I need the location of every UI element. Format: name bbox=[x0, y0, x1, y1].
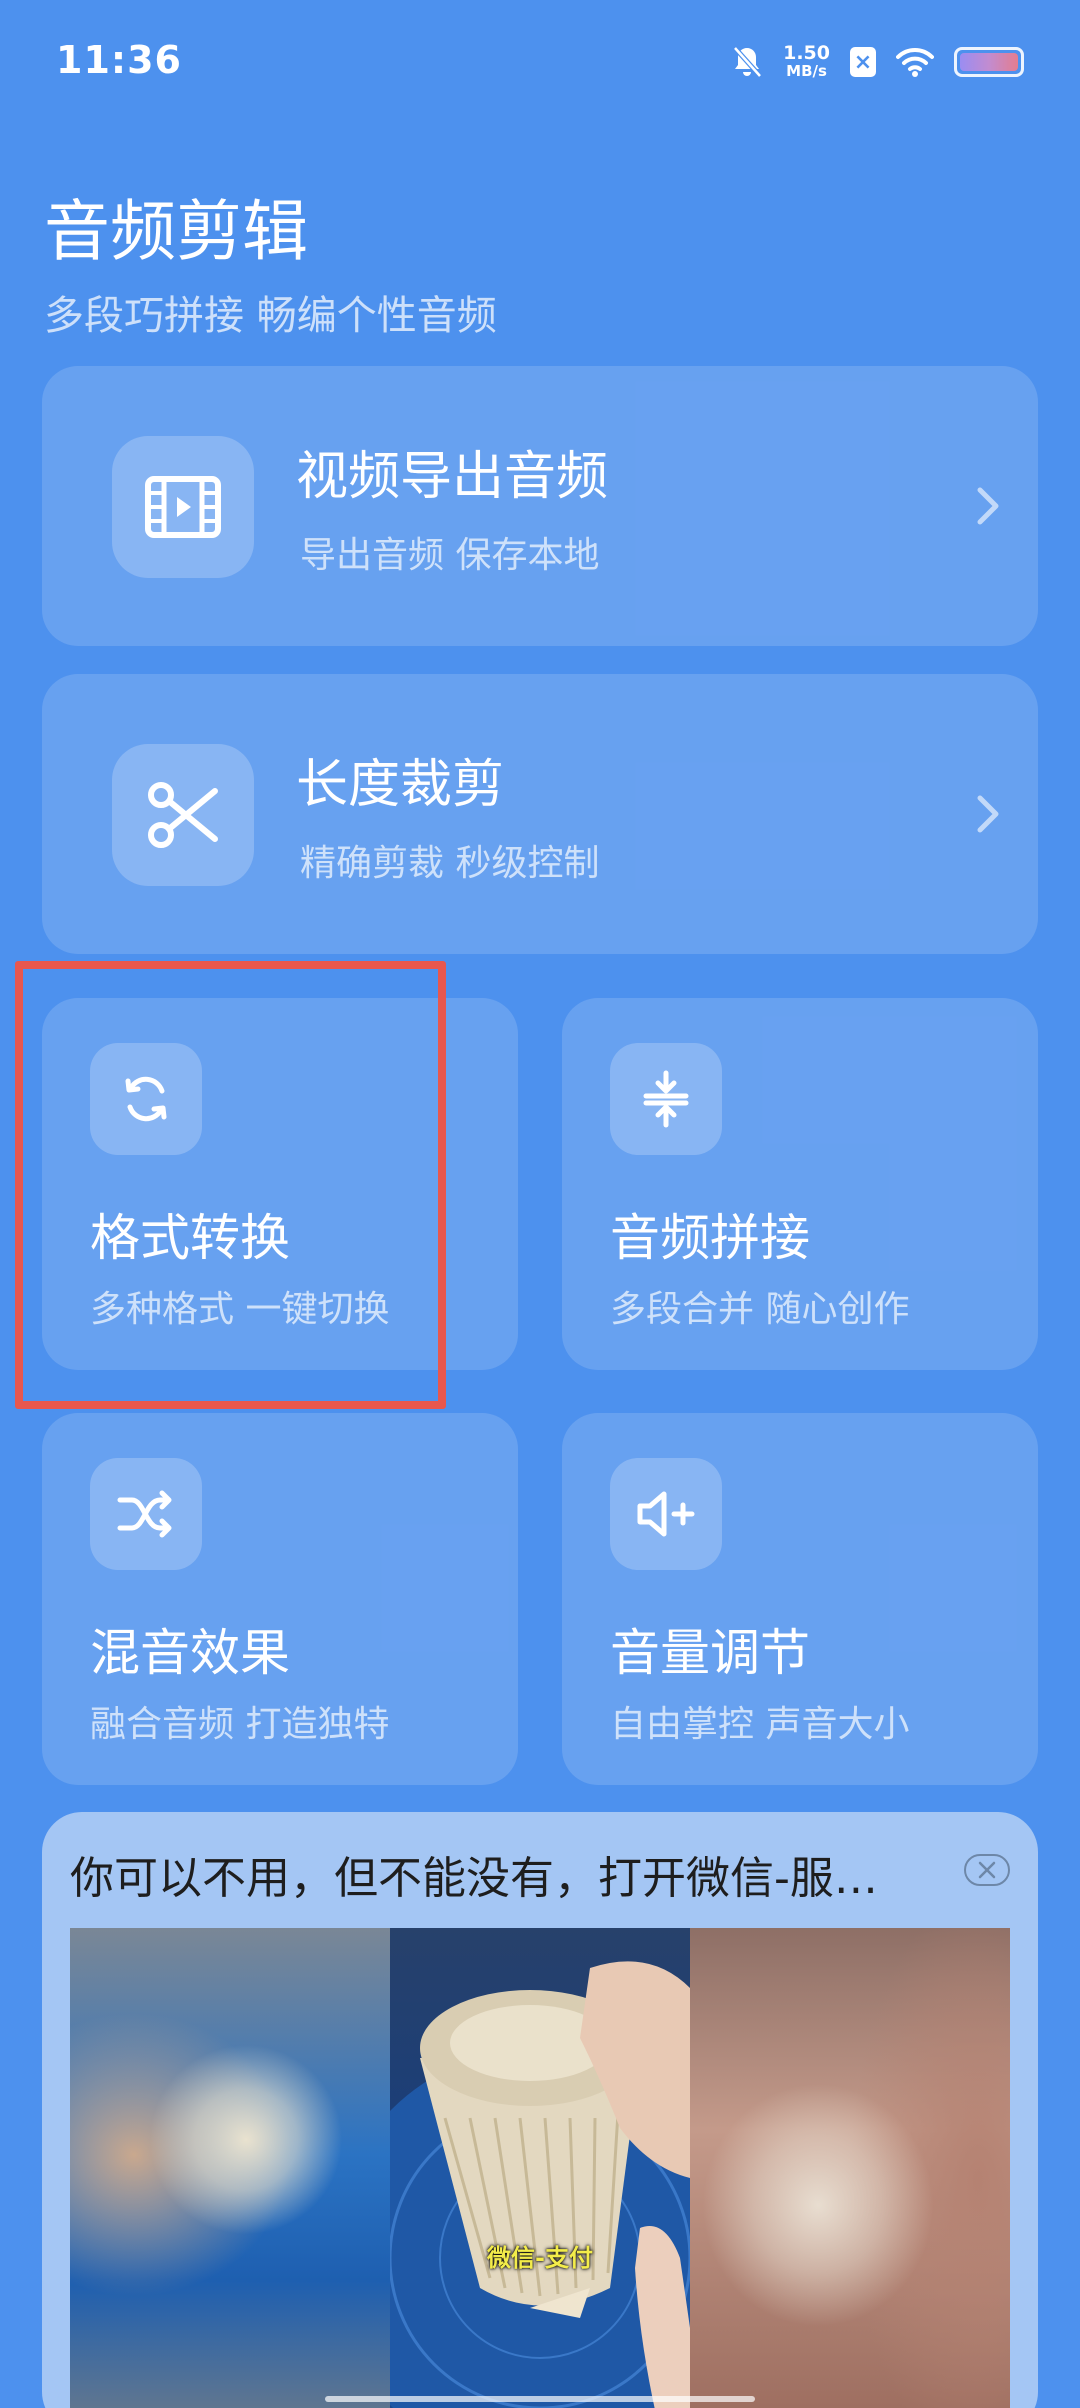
shuffle-icon-tile bbox=[90, 1458, 202, 1570]
wifi-icon bbox=[896, 47, 934, 77]
card-subtitle: 融合音频 打造独特 bbox=[90, 1704, 390, 1745]
card-subtitle: 自由掌控 声音大小 bbox=[610, 1704, 910, 1745]
film-icon-tile bbox=[112, 436, 254, 578]
card-title: 混音效果 bbox=[90, 1624, 290, 1682]
merge-icon bbox=[643, 1070, 689, 1128]
status-bar: 11:36 1.50 MB/s × bbox=[0, 0, 1080, 120]
video-export-audio-card[interactable]: 视频导出音频 导出音频 保存本地 bbox=[42, 366, 1038, 646]
card-title: 长度裁剪 bbox=[296, 755, 505, 815]
ad-video[interactable]: 微信-支付 bbox=[70, 1928, 1010, 2408]
mix-effect-card[interactable]: 混音效果 融合音频 打造独特 bbox=[42, 1413, 518, 1785]
audio-merge-card[interactable]: 音频拼接 多段合并 随心创作 bbox=[562, 998, 1038, 1370]
chevron-right-icon bbox=[977, 795, 999, 833]
page-title: 音频剪辑 bbox=[44, 193, 308, 270]
shuffle-icon bbox=[117, 1490, 172, 1538]
volume-adjust-card[interactable]: 音量调节 自由掌控 声音大小 bbox=[562, 1413, 1038, 1785]
network-speed-value: 1.50 bbox=[783, 42, 830, 64]
film-icon bbox=[145, 476, 221, 538]
card-subtitle: 多段合并 随心创作 bbox=[610, 1289, 910, 1330]
battery-icon bbox=[954, 47, 1024, 77]
length-trim-card[interactable]: 长度裁剪 精确剪裁 秒级控制 bbox=[42, 674, 1038, 954]
card-title: 音频拼接 bbox=[610, 1209, 810, 1267]
scissors-icon-tile bbox=[112, 744, 254, 886]
ad-video-frame: 微信-支付 bbox=[390, 1928, 690, 2408]
merge-icon-tile bbox=[610, 1043, 722, 1155]
page-subtitle: 多段巧拼接 畅编个性音频 bbox=[44, 293, 497, 339]
close-icon[interactable] bbox=[964, 1854, 1010, 1886]
volume-plus-icon-tile bbox=[610, 1458, 722, 1570]
scissors-icon bbox=[148, 782, 218, 848]
card-subtitle: 精确剪裁 秒级控制 bbox=[300, 843, 600, 884]
card-title: 视频导出音频 bbox=[296, 447, 609, 507]
network-speed: 1.50 MB/s bbox=[783, 42, 830, 81]
network-speed-unit: MB/s bbox=[786, 62, 827, 80]
ad-caption: 微信-支付 bbox=[487, 2244, 593, 2272]
ad-card[interactable]: 你可以不用，但不能没有，打开微信-服… 微信-支付 bbox=[42, 1812, 1038, 2408]
chevron-right-icon bbox=[977, 487, 999, 525]
card-title: 音量调节 bbox=[610, 1624, 810, 1682]
status-icons: 1.50 MB/s × bbox=[731, 40, 1024, 84]
ad-video-blur-right bbox=[690, 1928, 1010, 2408]
status-time: 11:36 bbox=[56, 38, 182, 82]
volume-plus-icon bbox=[637, 1491, 695, 1537]
highlight-box bbox=[15, 961, 446, 1409]
ad-title: 你可以不用，但不能没有，打开微信-服… bbox=[70, 1853, 878, 1904]
home-indicator[interactable] bbox=[325, 2396, 755, 2402]
ad-video-illustration bbox=[390, 1961, 690, 2408]
ad-video-blur-left bbox=[70, 1928, 390, 2408]
sim-x-icon: × bbox=[850, 47, 876, 77]
bell-off-icon bbox=[733, 46, 762, 78]
card-subtitle: 导出音频 保存本地 bbox=[300, 535, 600, 576]
